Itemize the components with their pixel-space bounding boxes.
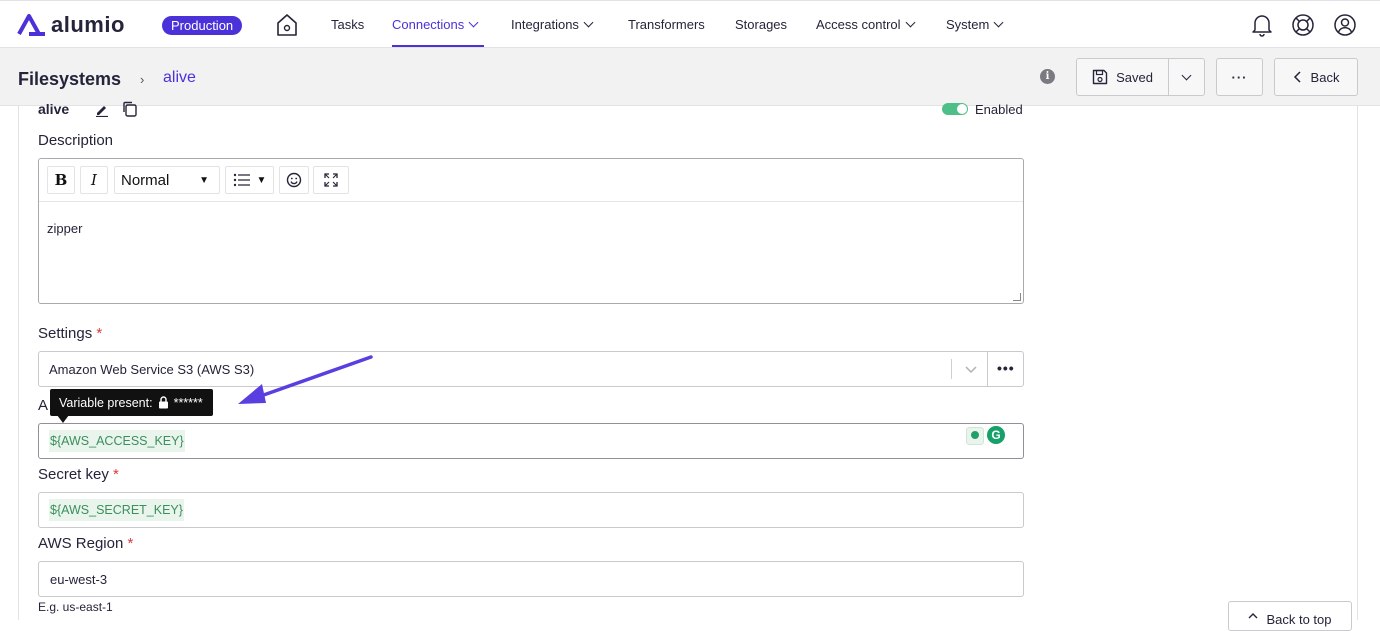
nav-system-label: System [946,17,990,32]
chevron-down-icon [993,17,1004,28]
expand-icon [324,173,338,187]
page-header: Filesystems › alive i Saved ··· Back [0,48,1380,106]
breadcrumb-separator: › [140,72,145,87]
access-key-label: A [38,397,49,414]
saved-button[interactable]: Saved [1076,58,1169,96]
lock-icon [158,396,168,409]
help-lifebuoy-icon[interactable] [1291,13,1315,37]
nav-connections-label: Connections [392,17,465,32]
chevron-down-icon[interactable] [965,364,977,374]
region-value: eu-west-3 [50,572,108,587]
chevron-down-icon [583,17,594,28]
description-editor[interactable]: B I Normal ▼ ▼ zipper [38,158,1024,304]
nav-tasks[interactable]: Tasks [331,17,364,32]
nav-integrations[interactable]: Integrations [511,17,594,32]
edit-icon[interactable] [95,103,109,117]
chevron-left-icon [1293,71,1301,83]
save-options-dropdown[interactable] [1168,58,1205,96]
alumio-logo[interactable]: alumio [17,12,125,38]
copy-icon[interactable] [122,101,138,117]
back-to-top-button[interactable]: Back to top [1228,601,1352,631]
info-icon[interactable]: i [1040,69,1055,84]
breadcrumb-current: alive [163,69,196,86]
chevron-up-icon [1248,613,1258,619]
more-actions-label: ··· [1231,69,1248,85]
access-key-variable: ${AWS_ACCESS_KEY} [49,430,185,452]
more-actions-button[interactable]: ··· [1216,58,1263,96]
required-marker: * [113,466,119,483]
access-key-input[interactable]: ${AWS_ACCESS_KEY} G [38,423,1024,459]
secret-key-input[interactable]: ${AWS_SECRET_KEY} [38,492,1024,528]
bold-button[interactable]: B [47,166,75,194]
emoji-button[interactable] [279,166,309,194]
italic-button[interactable]: I [80,166,108,194]
saved-label: Saved [1116,69,1153,85]
nav-tasks-label: Tasks [331,17,365,32]
fullscreen-button[interactable] [313,166,349,194]
smiley-icon [286,172,302,188]
active-nav-underline [392,45,484,47]
required-marker: * [127,535,134,552]
back-button[interactable]: Back [1274,58,1358,96]
region-label: AWS Region * [38,535,133,552]
connection-name: alive [38,101,70,117]
settings-value: Amazon Web Service S3 (AWS S3) [49,362,255,377]
grammarly-icon[interactable]: G [987,426,1005,444]
description-content: zipper [47,221,83,236]
bell-icon[interactable] [1251,13,1273,37]
settings-more-button[interactable]: ••• [997,360,1015,376]
select-divider [951,359,952,379]
home-icon[interactable] [276,13,298,37]
region-hint: E.g. us-east-1 [38,600,113,614]
secret-key-label-text: Secret key [38,466,109,483]
logo-mark-icon [17,14,45,36]
settings-select[interactable]: Amazon Web Service S3 (AWS S3) ••• [38,351,1024,387]
secret-key-label: Secret key * [38,466,119,483]
editor-toolbar: B I Normal ▼ ▼ [39,159,1023,202]
resize-handle[interactable] [1013,293,1021,301]
settings-label-text: Settings [38,325,93,342]
environment-badge[interactable]: Production [162,16,243,35]
block-style-value: Normal [121,171,170,189]
description-label: Description [38,132,114,149]
region-input[interactable]: eu-west-3 [38,561,1024,597]
caret-down-icon: ▼ [256,174,267,186]
save-disk-icon [1092,69,1108,85]
breadcrumb-filesystems[interactable]: Filesystems [18,69,121,90]
back-label: Back [1310,69,1340,85]
chevron-down-icon [905,17,915,28]
nav-transformers-label: Transformers [628,17,705,32]
select-divider [987,352,988,386]
enabled-toggle[interactable] [942,103,968,115]
user-icon[interactable] [1333,13,1357,37]
nav-connections[interactable]: Connections [392,17,479,32]
list-button[interactable]: ▼ [225,166,274,194]
nav-system[interactable]: System [946,17,1004,32]
nav-integrations-label: Integrations [511,17,579,32]
grammarly-suggestion-icon[interactable] [966,427,984,445]
required-marker: * [96,325,103,342]
tooltip-text: Variable present: [59,395,153,410]
secret-key-variable: ${AWS_SECRET_KEY} [49,499,184,521]
chevron-down-icon [1181,70,1192,80]
nav-access-control-label: Access control [816,17,901,32]
nav-transformers[interactable]: Transformers [628,17,705,32]
tooltip-mask: ****** [173,395,203,410]
enabled-label: Enabled [975,102,1023,117]
block-style-select[interactable]: Normal ▼ [114,166,220,194]
list-icon [233,173,250,187]
region-label-text: AWS Region [38,535,124,552]
chevron-down-icon [468,17,479,28]
caret-down-icon: ▼ [199,174,209,186]
nav-access-control[interactable]: Access control [816,17,915,32]
logo-text: alumio [51,12,125,37]
nav-storages-label: Storages [735,17,788,32]
variable-tooltip: Variable present: ****** [50,389,213,423]
settings-label: Settings * [38,325,102,342]
nav-storages[interactable]: Storages [735,17,787,32]
top-navbar: alumio Production Tasks Connections Inte… [0,0,1380,48]
